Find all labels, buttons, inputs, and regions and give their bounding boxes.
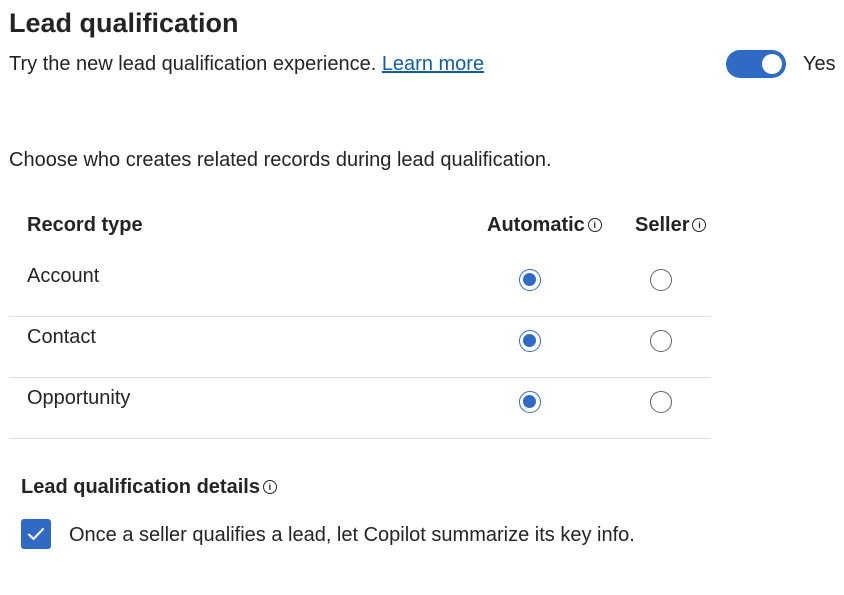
seller-column-header: Seller i — [635, 214, 707, 237]
seller-radio[interactable] — [650, 269, 672, 291]
record-section-description: Choose who creates related records durin… — [9, 149, 552, 171]
table-row: Account — [9, 255, 711, 317]
info-icon[interactable]: i — [587, 218, 602, 232]
automatic-radio[interactable] — [519, 330, 541, 352]
experience-text: Try the new lead qualification experienc… — [9, 53, 377, 75]
seller-radio[interactable] — [650, 391, 672, 413]
record-type-label: Contact — [27, 326, 96, 348]
record-type-label: Opportunity — [27, 387, 131, 409]
learn-more-link[interactable]: Learn more — [382, 53, 484, 75]
new-experience-toggle[interactable] — [726, 50, 786, 78]
table-row: Opportunity — [9, 377, 711, 439]
table-row: Contact — [9, 316, 711, 378]
record-type-column-header: Record type — [27, 214, 143, 236]
info-icon[interactable]: i — [262, 480, 277, 494]
checkmark-icon — [28, 528, 44, 540]
info-icon[interactable]: i — [692, 218, 707, 232]
copilot-summary-label: Once a seller qualifies a lead, let Copi… — [69, 524, 635, 546]
details-section-title: Lead qualification details i — [21, 476, 277, 499]
toggle-state-label: Yes — [803, 53, 836, 75]
automatic-radio[interactable] — [519, 391, 541, 413]
toggle-knob — [762, 54, 782, 74]
automatic-radio[interactable] — [519, 269, 541, 291]
record-type-label: Account — [27, 265, 100, 287]
page-title: Lead qualification — [9, 8, 239, 38]
automatic-header-label: Automatic — [487, 214, 585, 236]
automatic-column-header: Automatic i — [487, 214, 602, 237]
seller-radio[interactable] — [650, 330, 672, 352]
experience-description: Try the new lead qualification experienc… — [9, 53, 484, 76]
copilot-summary-checkbox[interactable] — [21, 519, 51, 549]
details-title-label: Lead qualification details — [21, 476, 260, 498]
seller-header-label: Seller — [635, 214, 690, 236]
